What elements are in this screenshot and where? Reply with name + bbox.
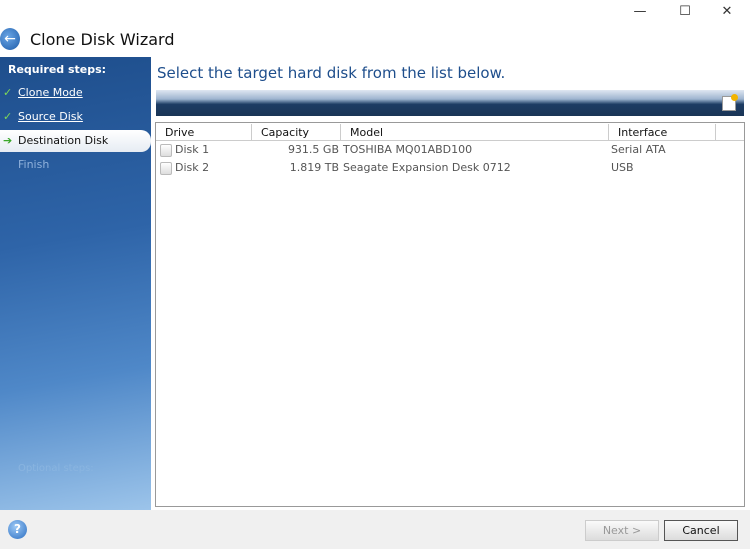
step-label: Clone Mode (18, 86, 83, 99)
page-heading: Select the target hard disk from the lis… (157, 64, 506, 82)
column-capacity[interactable]: Capacity (252, 124, 341, 141)
column-interface[interactable]: Interface (609, 124, 716, 141)
check-icon: ✓ (3, 110, 13, 123)
optional-steps-heading: Optional steps: (18, 463, 94, 474)
column-model[interactable]: Model (341, 124, 609, 141)
capacity-cell: 931.5 GB (287, 143, 339, 156)
maximize-button[interactable]: ☐ (675, 4, 695, 22)
step-label: Source Disk (18, 110, 83, 123)
model-cell: Seagate Expansion Desk 0712 (343, 161, 511, 174)
interface-cell: USB (611, 161, 634, 174)
interface-cell: Serial ATA (611, 143, 666, 156)
close-button[interactable]: ✕ (717, 4, 737, 22)
required-steps-heading: Required steps: (8, 63, 107, 76)
sidebar: Required steps: ✓ Clone Mode ✓ Source Disk… (0, 57, 151, 510)
footer: ? Next > Cancel (0, 510, 750, 549)
check-icon: ✓ (3, 86, 13, 99)
help-icon[interactable]: ? (8, 520, 27, 539)
arrow-right-icon: ➔ (3, 134, 13, 147)
minimize-button[interactable]: — (630, 4, 650, 22)
table-row[interactable]: Disk 2 1.819 TB Seagate Expansion Desk 0… (156, 159, 744, 177)
drive-cell: Disk 2 (175, 161, 210, 174)
toolbar (156, 90, 744, 116)
step-label: Destination Disk (18, 134, 109, 147)
table-row[interactable]: Disk 1 931.5 GB TOSHIBA MQ01ABD100 Seria… (156, 141, 744, 159)
back-arrow-icon[interactable]: ← (0, 28, 20, 50)
cancel-button[interactable]: Cancel (664, 520, 738, 541)
capacity-cell: 1.819 TB (289, 161, 339, 174)
step-label: Finish (18, 158, 50, 171)
next-button[interactable]: Next > (585, 520, 659, 541)
step-destination-disk[interactable]: ➔ Destination Disk (0, 130, 151, 152)
step-source-disk[interactable]: ✓ Source Disk (0, 106, 151, 128)
disk-list: Drive Capacity Model Interface Disk 1 93… (155, 122, 745, 507)
step-clone-mode[interactable]: ✓ Clone Mode (0, 82, 151, 104)
column-empty (716, 124, 744, 141)
checkbox[interactable] (160, 162, 172, 175)
window-title: Clone Disk Wizard (30, 30, 175, 49)
checkbox[interactable] (160, 144, 172, 157)
drive-cell: Disk 1 (175, 143, 210, 156)
column-drive[interactable]: Drive (156, 124, 252, 141)
model-cell: TOSHIBA MQ01ABD100 (343, 143, 473, 156)
new-disk-icon[interactable] (722, 94, 738, 111)
step-finish: Finish (0, 154, 151, 176)
